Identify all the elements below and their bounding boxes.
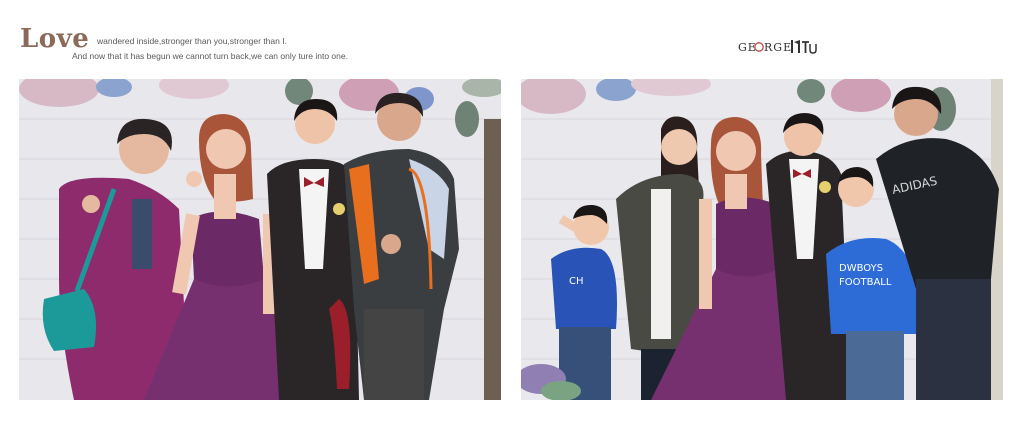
tagline-line-2: And now that it has begun we cannot turn…	[72, 51, 348, 61]
tagline-line-1: wandered inside,stronger than you,strong…	[97, 36, 287, 46]
svg-text:RGE: RGE	[764, 41, 792, 54]
header: Love wandered inside,stronger than you,s…	[0, 0, 1024, 75]
svg-text:FOOTBALL: FOOTBALL	[839, 277, 892, 288]
wedding-photo-left	[19, 79, 501, 400]
photo-left	[19, 79, 501, 400]
wedding-photo-right: CH DWBOYS FOOTBALL ADIDAS	[521, 79, 1003, 400]
love-title: Love	[20, 24, 90, 54]
studio-logo: GE RGE	[738, 38, 818, 56]
svg-text:DWBOYS: DWBOYS	[839, 263, 883, 274]
svg-text:CH: CH	[569, 276, 584, 287]
svg-text:GE: GE	[738, 41, 757, 54]
photo-right: CH DWBOYS FOOTBALL ADIDAS	[521, 79, 1003, 400]
studio-logo-mark: GE RGE	[738, 40, 817, 54]
